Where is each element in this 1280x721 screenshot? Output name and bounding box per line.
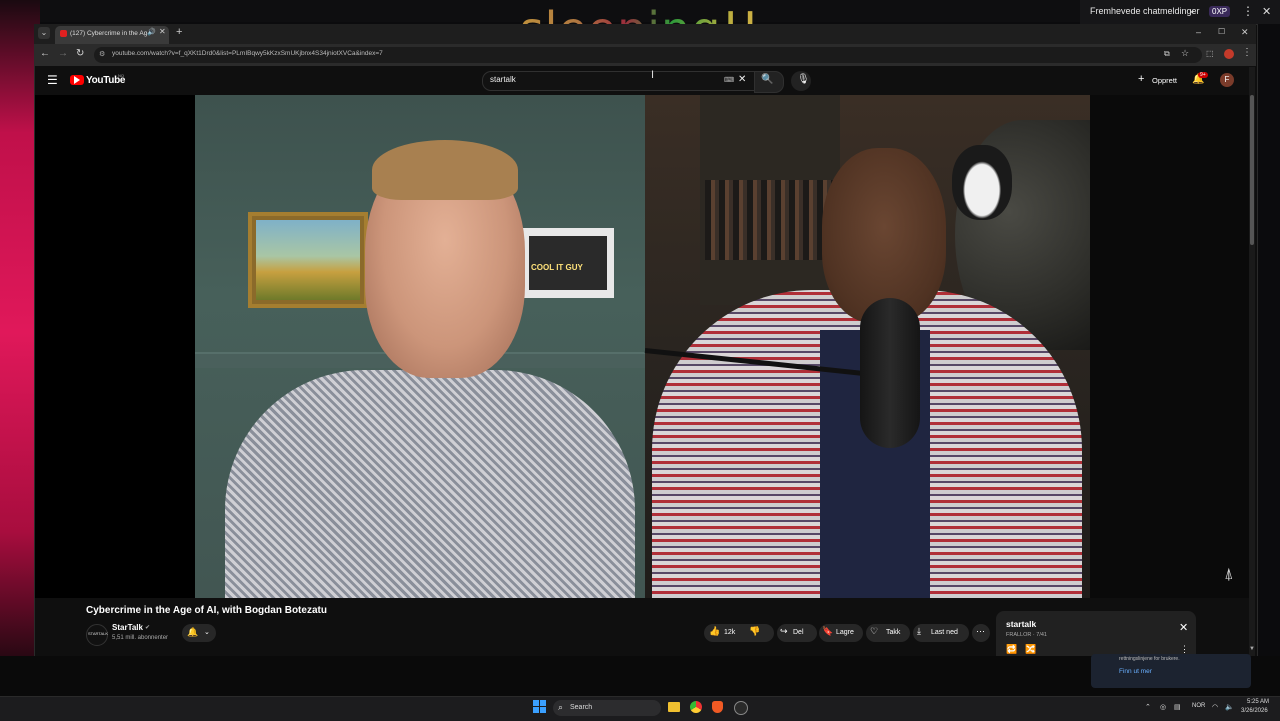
install-app-icon[interactable]: ⧉ bbox=[1164, 49, 1170, 59]
playlist-title[interactable]: startalk bbox=[1006, 619, 1036, 629]
clear-search-icon[interactable]: ✕ bbox=[738, 74, 746, 85]
more-horiz-icon[interactable]: ⋯ bbox=[976, 626, 985, 637]
search-field[interactable] bbox=[482, 71, 756, 91]
back-arrow-icon[interactable]: ← bbox=[40, 48, 50, 59]
language-indicator[interactable]: NOR bbox=[1192, 703, 1205, 709]
clock-time[interactable]: 5:25 AM bbox=[1247, 699, 1269, 705]
share-label[interactable]: Del bbox=[793, 629, 804, 636]
notification-text: rettningslinjene for brukere. bbox=[1119, 656, 1180, 662]
obs-icon[interactable] bbox=[734, 701, 748, 715]
volume-icon[interactable]: 🔈 bbox=[1225, 703, 1234, 711]
playlist-close-icon[interactable]: ✕ bbox=[1179, 621, 1188, 634]
subscriber-count: 5,51 mill. abonnenter bbox=[112, 635, 169, 641]
file-explorer-icon[interactable] bbox=[668, 702, 680, 712]
notification-count-badge: 9+ bbox=[1198, 72, 1208, 78]
startalk-watermark-icon: ⍋ bbox=[1224, 566, 1234, 583]
browser-menu-icon[interactable]: ⋮ bbox=[1242, 47, 1252, 58]
forward-arrow-icon[interactable]: → bbox=[58, 48, 68, 59]
host-head bbox=[822, 148, 946, 323]
thumbs-up-icon[interactable]: 👍 bbox=[709, 626, 720, 637]
download-icon[interactable]: ⤓ bbox=[917, 626, 921, 637]
channel-name[interactable]: StarTalk bbox=[112, 623, 143, 632]
chevron-down-icon[interactable]: ⌄ bbox=[204, 628, 210, 636]
channel-avatar-text: STARTALK bbox=[88, 631, 109, 636]
video-title: Cybercrime in the Age of AI, with Bogdan… bbox=[86, 605, 327, 616]
subscription-bell-icon[interactable]: 🔔 bbox=[187, 627, 198, 638]
share-arrow-icon[interactable]: ↪ bbox=[780, 626, 788, 637]
browser-profile-avatar[interactable] bbox=[1224, 49, 1234, 59]
youtube-play-icon bbox=[74, 76, 80, 84]
thanks-heart-icon[interactable]: ♡ bbox=[870, 626, 878, 637]
wifi-icon[interactable]: ◠ bbox=[1212, 703, 1218, 711]
chevron-down-icon[interactable]: ⌄ bbox=[1188, 5, 1196, 16]
site-info-icon[interactable]: ⚙ bbox=[99, 50, 105, 58]
player-letterbox bbox=[1090, 95, 1249, 598]
save-label[interactable]: Lagre bbox=[836, 629, 854, 636]
new-tab-plus-icon[interactable]: + bbox=[176, 26, 182, 38]
search-icon[interactable]: 🔍 bbox=[761, 74, 773, 85]
close-icon[interactable]: ✕ bbox=[1262, 5, 1271, 18]
scroll-down-arrow-icon[interactable]: ▼ bbox=[1249, 646, 1255, 652]
speaker-icon[interactable]: 🔊 bbox=[147, 28, 156, 36]
clock-date[interactable]: 3/26/2026 bbox=[1241, 708, 1268, 714]
like-count[interactable]: 12k bbox=[724, 629, 735, 636]
featured-chat-label: Fremhevede chatmeldinger bbox=[1090, 6, 1200, 16]
text-cursor-icon: I bbox=[651, 69, 655, 81]
url-text[interactable]: youtube.com/watch?v=f_qXKt1Drd0&list=PLm… bbox=[112, 50, 383, 57]
keyboard-icon[interactable]: ⌨ bbox=[724, 76, 734, 84]
xp-badge: 0XP bbox=[1209, 6, 1231, 17]
download-label[interactable]: Last ned bbox=[931, 629, 958, 636]
tray-app-icon[interactable]: ◎ bbox=[1160, 703, 1166, 711]
minimize-icon[interactable]: – bbox=[1196, 27, 1201, 37]
reload-icon[interactable]: ↻ bbox=[76, 48, 84, 59]
penguin-plush bbox=[952, 145, 1012, 220]
tray-overflow-icon[interactable]: ⌃ bbox=[1145, 703, 1151, 711]
user-avatar[interactable]: F bbox=[1220, 73, 1234, 87]
region-code: NO bbox=[118, 73, 124, 78]
search-icon[interactable]: ⌕ bbox=[558, 702, 563, 713]
wall-sign-text: COOL IT GUY bbox=[531, 263, 583, 272]
tray-flag-icon[interactable]: ▤ bbox=[1174, 703, 1181, 711]
create-label[interactable]: Opprett bbox=[1152, 76, 1177, 85]
taskbar-search-text[interactable]: Search bbox=[570, 704, 592, 711]
tab-close-icon[interactable]: ✕ bbox=[159, 27, 166, 36]
scrollbar-thumb[interactable] bbox=[1250, 95, 1254, 245]
plus-icon[interactable]: + bbox=[1138, 73, 1144, 85]
tab-search-icon[interactable]: ⌄ bbox=[38, 27, 50, 39]
books bbox=[705, 180, 835, 260]
window-close-icon[interactable]: ✕ bbox=[1241, 27, 1249, 38]
microphone-icon[interactable]: 🎙 bbox=[797, 74, 810, 85]
guest-hair bbox=[372, 140, 518, 200]
thanks-label[interactable]: Takk bbox=[886, 629, 900, 636]
brave-icon[interactable] bbox=[712, 701, 723, 713]
windows-start-icon[interactable] bbox=[533, 700, 547, 714]
tab-strip bbox=[34, 24, 1256, 44]
notification-link[interactable]: Finn ut mer bbox=[1119, 668, 1152, 675]
search-input[interactable]: startalk bbox=[490, 75, 516, 84]
maximize-icon[interactable]: ☐ bbox=[1218, 27, 1225, 36]
verified-check-icon: ✔ bbox=[145, 625, 151, 631]
shuffle-icon[interactable]: 🔀 bbox=[1025, 644, 1036, 655]
loop-icon[interactable]: 🔁 bbox=[1006, 644, 1017, 655]
more-vert-icon[interactable]: ⋮ bbox=[1242, 4, 1254, 18]
chrome-icon[interactable] bbox=[690, 701, 702, 713]
playlist-subtitle: FRALLOR · 7/41 bbox=[1006, 632, 1047, 638]
thumbs-down-icon[interactable]: 👎 bbox=[749, 626, 760, 637]
youtube-favicon-icon bbox=[60, 30, 67, 37]
bookmark-star-icon[interactable]: ☆ bbox=[1181, 48, 1189, 59]
hamburger-menu-icon[interactable]: ☰ bbox=[47, 73, 58, 87]
bookmark-icon[interactable]: 🔖 bbox=[822, 626, 833, 637]
guest-shirt bbox=[225, 370, 635, 598]
tab-title: (127) Cybercrime in the Ag bbox=[70, 30, 148, 37]
desktop-bottom-area bbox=[0, 656, 1280, 696]
extensions-icon[interactable]: ⬚ bbox=[1206, 49, 1214, 58]
podcast-microphone bbox=[860, 298, 920, 448]
painting-canvas bbox=[256, 220, 360, 300]
